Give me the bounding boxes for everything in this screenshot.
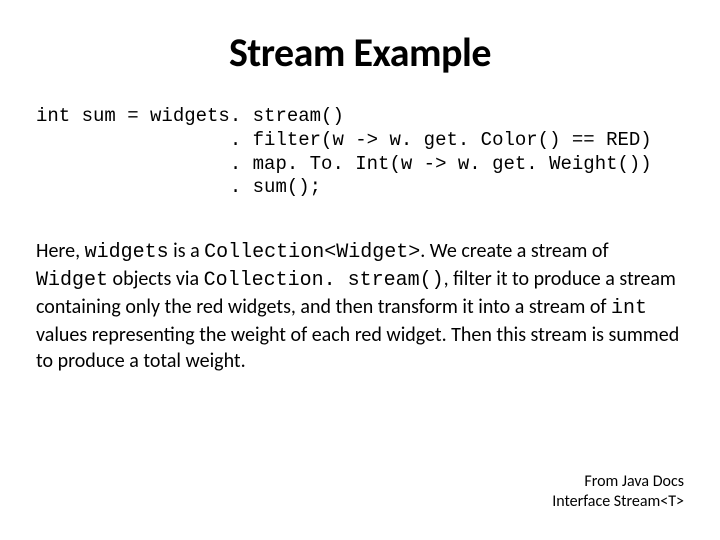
slide-title: Stream Example [36,28,684,77]
footer-line-1: From Java Docs [552,472,684,492]
code-line-1: int sum = widgets. stream() [36,105,344,127]
footer-attribution: From Java Docs Interface Stream<T> [552,472,684,512]
code-line-2: . filter(w -> w. get. Color() == RED) [36,129,652,151]
body-text-4: objects via [108,267,204,291]
body-code-4: Collection. stream() [204,269,444,292]
body-code-2: Collection<Widget> [204,241,420,264]
body-text-1: Here, [36,239,85,263]
body-code-5: int [611,297,647,320]
body-code-3: Widget [36,269,108,292]
body-paragraph: Here, widgets is a Collection<Widget>. W… [36,238,684,374]
body-text-6: values representing the weight of each r… [36,323,679,373]
footer-line-2: Interface Stream<T> [552,492,684,512]
body-text-3: . We create a stream of [420,239,608,263]
code-line-3: . map. To. Int(w -> w. get. Weight()) [36,153,652,175]
body-text-2: is a [169,239,205,263]
code-block: int sum = widgets. stream() . filter(w -… [36,105,684,200]
body-code-1: widgets [85,241,169,264]
code-line-4: . sum(); [36,176,321,198]
